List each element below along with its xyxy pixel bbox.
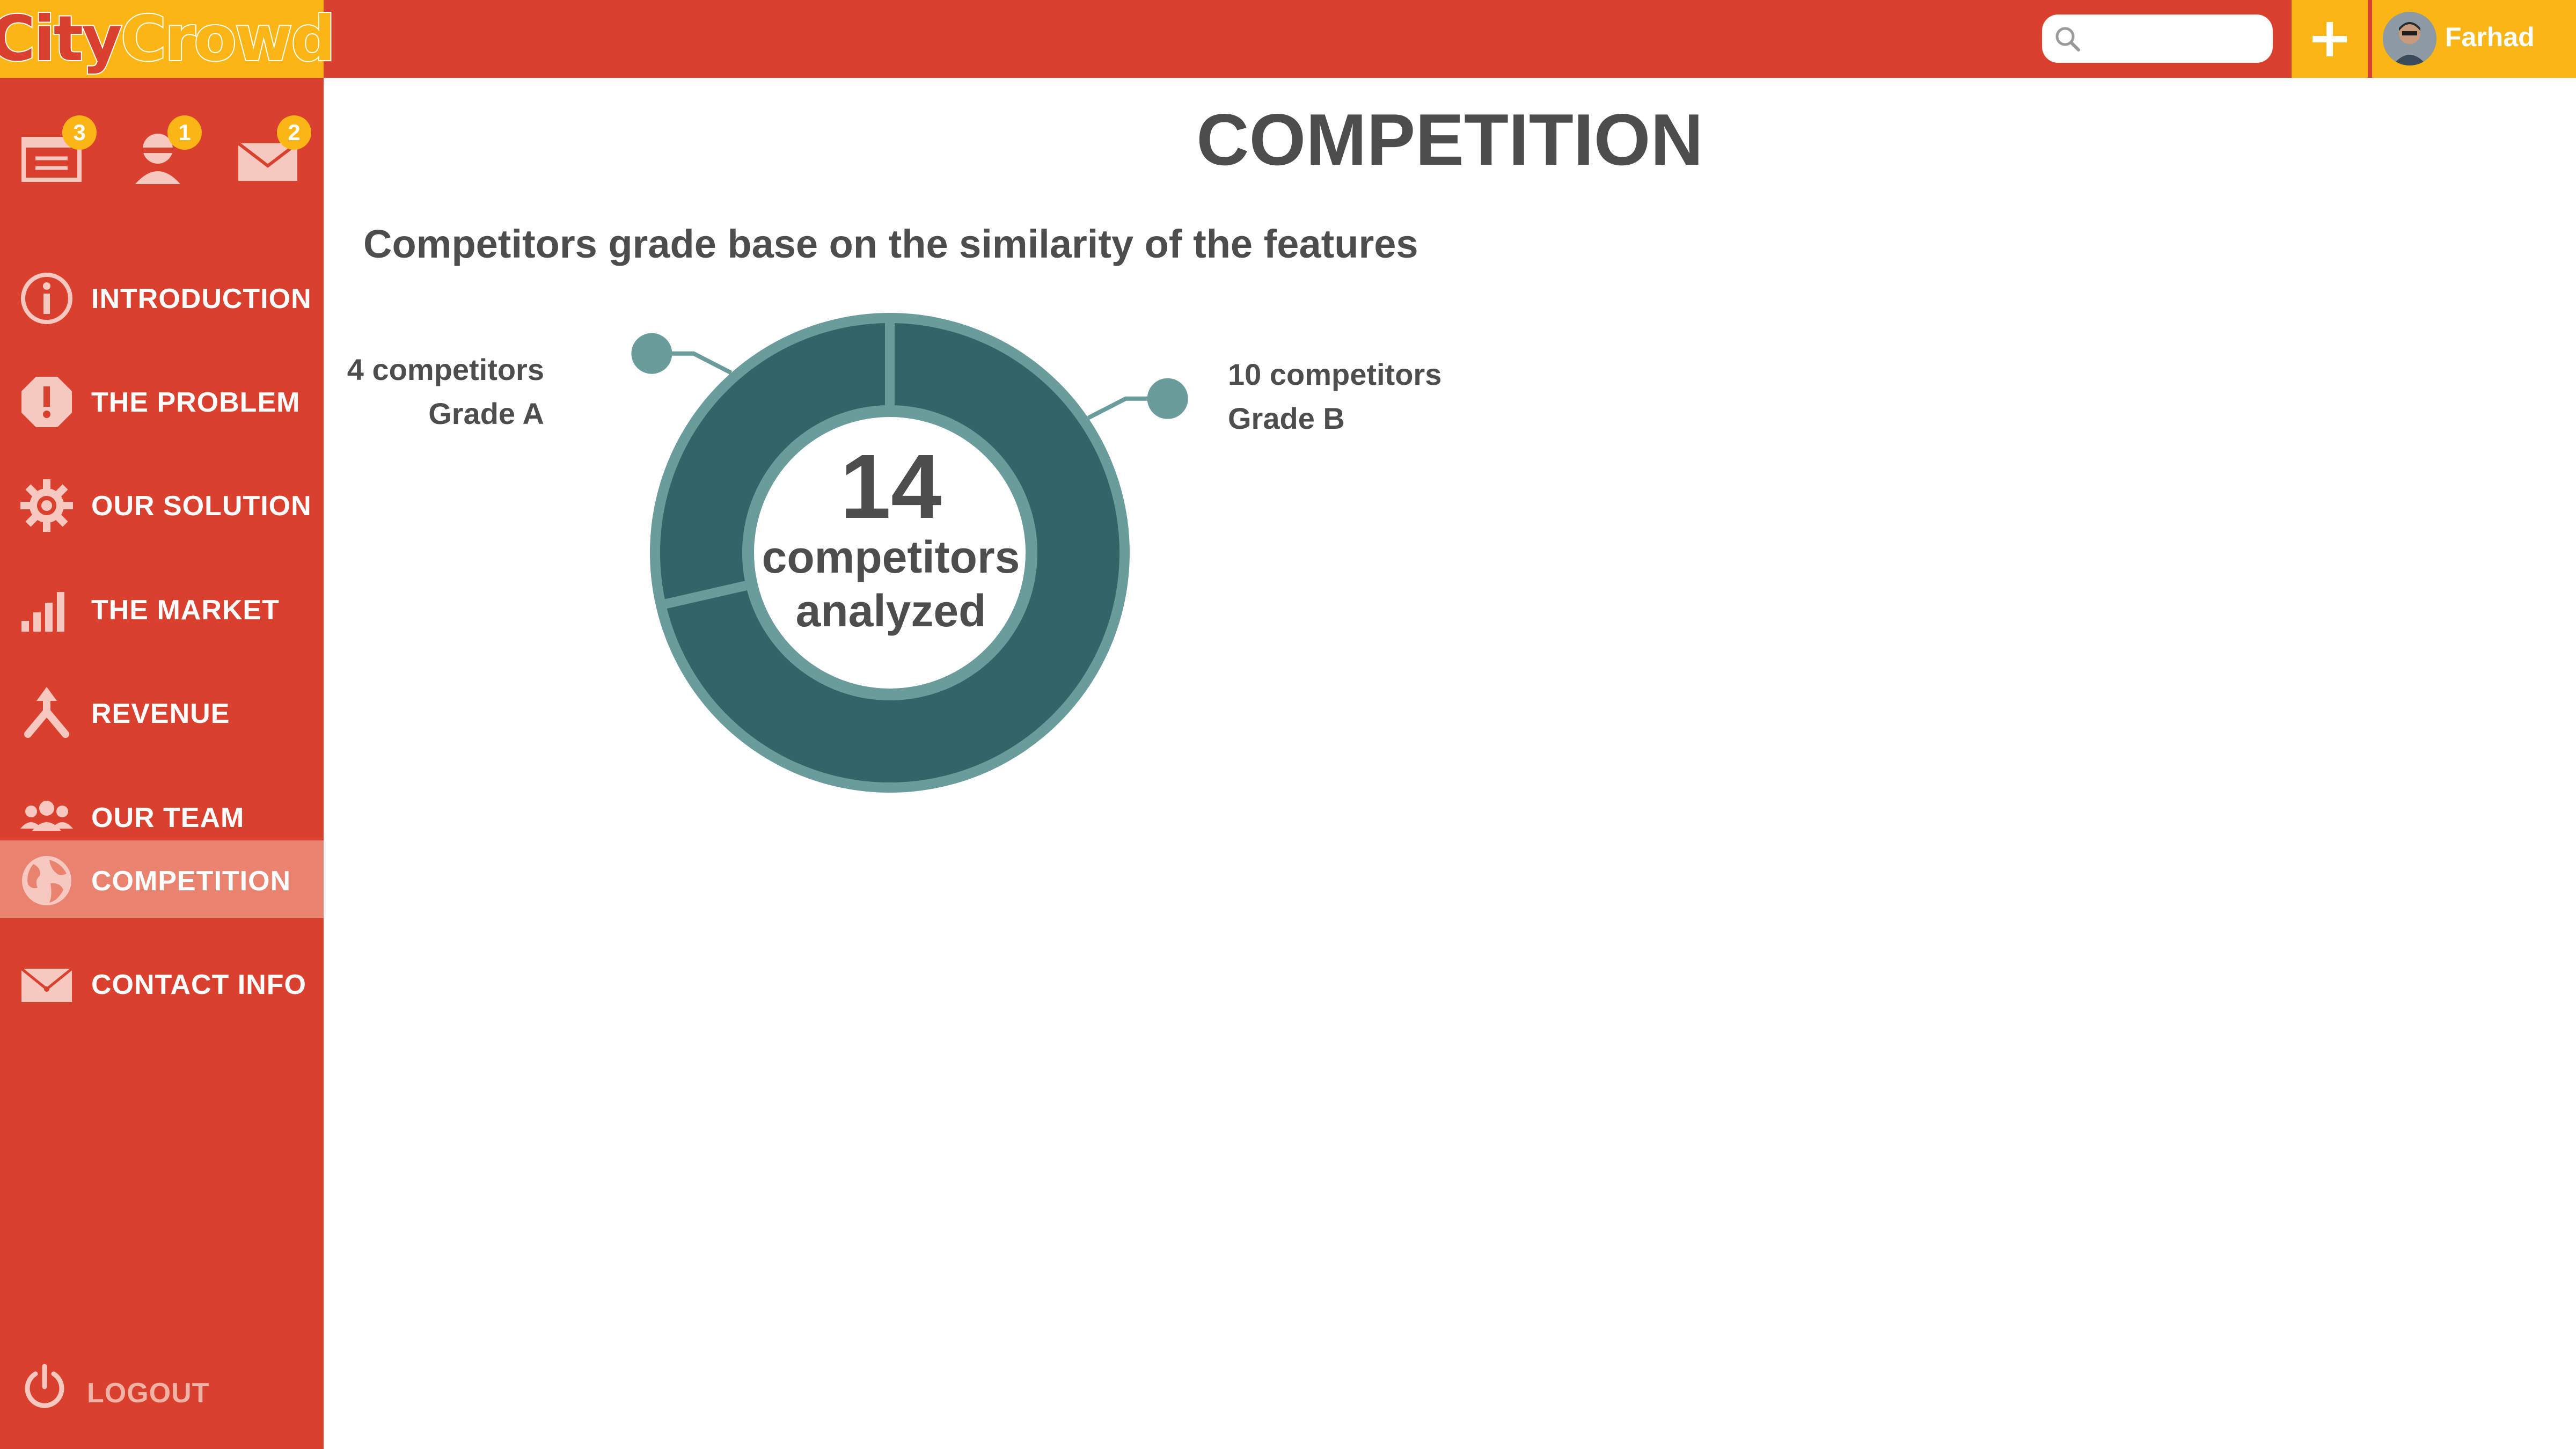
grade-a-grade-label: Grade A xyxy=(428,397,544,430)
sidebar-item-label: THE MARKET xyxy=(91,595,280,626)
donut-total-caption: competitors analyzed xyxy=(676,530,1106,638)
notification-badge: 1 xyxy=(167,115,202,150)
add-button[interactable] xyxy=(2292,0,2368,78)
sidebar-item-contact-info[interactable]: CONTACT INFO xyxy=(0,944,324,1022)
bar-chart-icon xyxy=(21,592,64,632)
sidebar-item-the-problem[interactable]: THE PROBLEM xyxy=(0,362,324,440)
warning-icon xyxy=(21,377,72,427)
sidebar-item-competition[interactable]: COMPETITION xyxy=(0,840,324,918)
sidebar: 3 1 2 INTRODUCTION THE PROBLEM OUR SOLUT… xyxy=(0,78,324,1449)
avatar[interactable] xyxy=(2383,12,2436,65)
team-icon xyxy=(20,801,73,831)
sidebar-item-label: THE PROBLEM xyxy=(91,387,301,418)
inbox-notification[interactable]: 3 xyxy=(16,115,97,191)
sidebar-item-the-market[interactable]: THE MARKET xyxy=(0,569,324,647)
sidebar-item-label: OUR SOLUTION xyxy=(91,491,312,522)
sidebar-item-introduction[interactable]: INTRODUCTION xyxy=(0,258,324,336)
plus-icon xyxy=(2312,21,2347,56)
notification-badge: 3 xyxy=(62,115,97,150)
sidebar-item-label: OUR TEAM xyxy=(91,802,245,833)
grade-a-connector-dot xyxy=(631,333,672,374)
gear-icon xyxy=(20,479,73,532)
sidebar-item-our-solution[interactable]: OUR SOLUTION xyxy=(0,465,324,543)
split-arrow-icon xyxy=(24,687,69,738)
logo-wordmark: CityCrowd xyxy=(0,2,336,75)
user-menu[interactable]: Farhad xyxy=(2372,0,2576,78)
sidebar-item-label: CONTACT INFO xyxy=(91,969,306,1000)
user-notification[interactable]: 1 xyxy=(123,115,204,191)
sidebar-item-label: COMPETITION xyxy=(91,866,291,897)
grade-b-connector-dot xyxy=(1147,378,1188,419)
notification-badge: 2 xyxy=(277,115,311,150)
logout-button[interactable]: LOGOUT xyxy=(0,1352,324,1430)
grade-b-count-label: 10 competitors xyxy=(1228,357,1442,391)
search-input[interactable] xyxy=(2090,20,2262,57)
top-bar: CityCrowd Farhad xyxy=(0,0,2576,78)
donut-caption-line2: analyzed xyxy=(795,586,986,636)
grade-b-callout: 10 competitors Grade B xyxy=(1228,353,1441,441)
globe-icon xyxy=(22,856,71,905)
page-title: COMPETITION xyxy=(1196,99,1703,180)
donut-caption-line1: competitors xyxy=(762,532,1020,582)
grade-b-grade-label: Grade B xyxy=(1228,401,1345,435)
mail-notification[interactable]: 2 xyxy=(231,115,311,191)
grade-a-count-label: 4 competitors xyxy=(347,353,544,386)
search-icon[interactable] xyxy=(2053,24,2083,54)
envelope-icon xyxy=(20,968,73,1002)
logout-label: LOGOUT xyxy=(87,1378,210,1409)
sidebar-item-label: REVENUE xyxy=(91,698,230,729)
info-icon xyxy=(21,273,72,324)
app-logo[interactable]: CityCrowd xyxy=(0,0,336,78)
power-icon xyxy=(25,1364,64,1408)
search-box[interactable] xyxy=(2042,14,2273,63)
user-name[interactable]: Farhad xyxy=(2445,24,2535,50)
sidebar-item-label: INTRODUCTION xyxy=(91,283,312,314)
sidebar-item-revenue[interactable]: REVENUE xyxy=(0,673,324,751)
page-subtitle: Competitors grade base on the similarity… xyxy=(363,222,1418,266)
grade-a-callout: 4 competitors Grade A xyxy=(347,348,544,436)
donut-total-value: 14 xyxy=(840,436,942,538)
